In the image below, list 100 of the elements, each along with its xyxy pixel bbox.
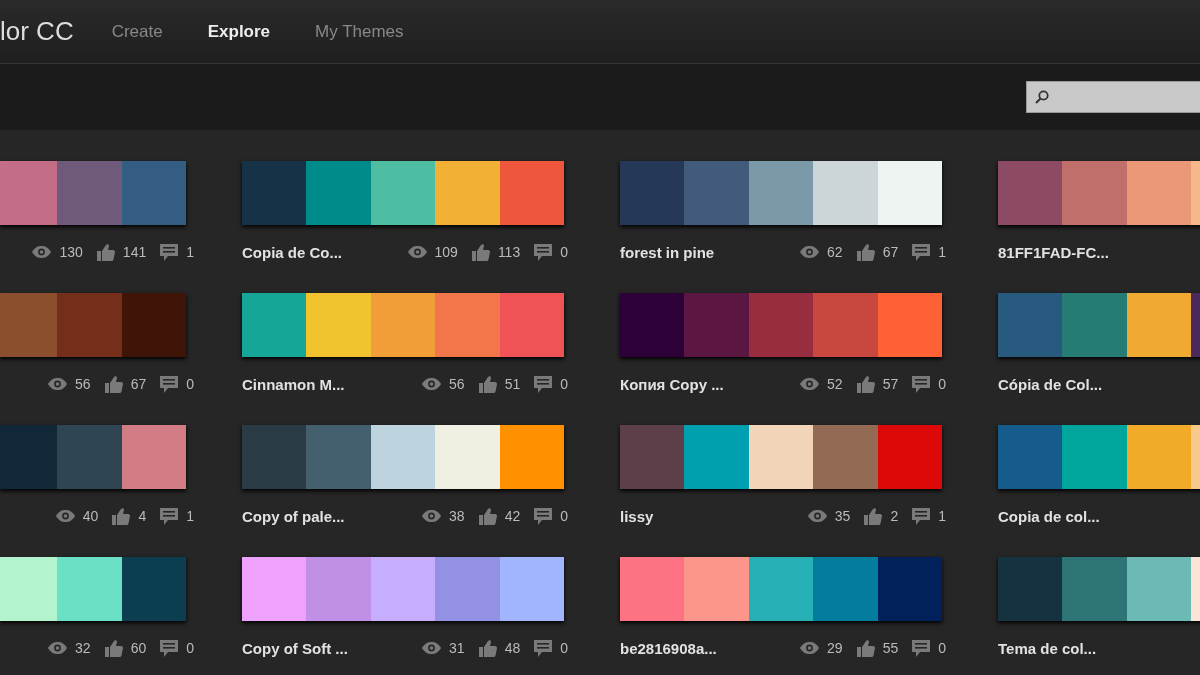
eye-icon <box>422 642 442 654</box>
theme-title[interactable]: lissy <box>620 507 654 525</box>
thumbs-up-icon <box>112 507 131 525</box>
color-palette[interactable] <box>0 161 186 225</box>
like-count: 60 <box>130 640 147 656</box>
comment-count: 0 <box>560 640 568 656</box>
thumbs-up-icon <box>864 507 883 525</box>
eye-icon <box>800 246 820 258</box>
eye-icon <box>800 642 820 654</box>
view-count: 35 <box>834 508 851 524</box>
comment-count: 0 <box>186 376 194 392</box>
comment-icon <box>912 243 931 261</box>
like-count: 51 <box>504 376 521 392</box>
eye-icon <box>807 510 827 522</box>
view-count: 109 <box>434 244 458 260</box>
color-palette[interactable] <box>242 557 564 621</box>
like-count: 57 <box>882 376 899 392</box>
comment-icon <box>160 639 179 657</box>
theme-title[interactable]: be2816908a... <box>620 639 717 657</box>
comment-count: 0 <box>938 376 946 392</box>
color-palette[interactable] <box>620 161 942 225</box>
comment-count: 1 <box>938 244 946 260</box>
theme-title[interactable]: Копия Copy ... <box>620 375 724 393</box>
eye-icon <box>407 246 427 258</box>
comment-icon <box>534 375 553 393</box>
thumbs-up-icon <box>471 243 490 261</box>
eye-icon <box>800 378 820 390</box>
comment-icon <box>534 243 553 261</box>
color-palette[interactable] <box>0 557 186 621</box>
view-count: 56 <box>449 376 465 392</box>
comment-count: 0 <box>560 508 568 524</box>
view-count: 130 <box>59 244 83 260</box>
thumbs-up-icon <box>478 375 497 393</box>
comment-count: 1 <box>186 244 194 260</box>
thumbs-up-icon <box>856 375 875 393</box>
view-count: 62 <box>827 244 843 260</box>
like-count: 48 <box>504 640 521 656</box>
app-logo: lor CC <box>0 16 74 47</box>
view-count: 38 <box>449 508 465 524</box>
nav-tab[interactable]: Explore <box>207 21 271 42</box>
thumbs-up-icon <box>478 639 497 657</box>
like-count: 42 <box>504 508 521 524</box>
comment-count: 1 <box>938 508 946 524</box>
theme-title[interactable]: Tema de col... <box>998 639 1097 657</box>
comment-count: 0 <box>560 244 568 260</box>
comment-icon <box>912 639 931 657</box>
comment-icon <box>160 243 179 261</box>
theme-title[interactable]: Copy of pale... <box>242 507 345 525</box>
comment-icon <box>912 375 931 393</box>
nav-tab[interactable]: My Themes <box>315 21 404 42</box>
color-palette[interactable] <box>242 161 564 225</box>
theme-title[interactable]: 81FF1FAD-FC... <box>998 243 1109 261</box>
view-count: 31 <box>449 640 465 656</box>
color-palette[interactable] <box>242 425 564 489</box>
thumbs-up-icon <box>96 243 115 261</box>
eye-icon <box>55 510 75 522</box>
search-field[interactable] <box>1026 81 1200 113</box>
comment-count: 0 <box>938 640 946 656</box>
theme-title[interactable]: Cópia de Col... <box>998 375 1103 393</box>
eye-icon <box>422 378 442 390</box>
comment-icon <box>912 507 931 525</box>
theme-title[interactable]: Copy of Soft ... <box>242 639 348 657</box>
color-palette[interactable] <box>0 293 186 357</box>
theme-title[interactable]: Cinnamon M... <box>242 375 345 393</box>
color-palette[interactable] <box>620 557 942 621</box>
comment-icon <box>534 639 553 657</box>
thumbs-up-icon <box>104 639 123 657</box>
view-count: 40 <box>82 508 99 524</box>
comment-count: 0 <box>186 640 194 656</box>
eye-icon <box>32 246 52 258</box>
thumbs-up-icon <box>104 375 123 393</box>
thumbs-up-icon <box>856 639 875 657</box>
eye-icon <box>48 378 68 390</box>
like-count: 141 <box>122 244 147 260</box>
view-count: 56 <box>75 376 91 392</box>
like-count: 67 <box>882 244 899 260</box>
comment-icon <box>534 507 553 525</box>
thumbs-up-icon <box>856 243 875 261</box>
comment-icon <box>160 507 179 525</box>
like-count: 113 <box>497 244 521 260</box>
like-count: 2 <box>890 508 899 524</box>
search-icon <box>1035 90 1049 104</box>
comment-count: 1 <box>186 508 194 524</box>
nav-tab[interactable]: Create <box>111 21 163 42</box>
eye-icon <box>422 510 442 522</box>
view-count: 52 <box>827 376 843 392</box>
color-palette[interactable] <box>0 425 186 489</box>
color-palette[interactable] <box>620 425 942 489</box>
theme-title[interactable]: Copia de Co... <box>242 243 342 261</box>
view-count: 29 <box>827 640 843 656</box>
theme-title[interactable]: Copia de col... <box>998 507 1100 525</box>
color-palette[interactable] <box>620 293 942 357</box>
like-count: 55 <box>882 640 899 656</box>
like-count: 4 <box>138 508 147 524</box>
comment-count: 0 <box>560 376 568 392</box>
color-palette[interactable] <box>242 293 564 357</box>
view-count: 32 <box>75 640 91 656</box>
theme-title[interactable]: forest in pine <box>620 243 715 261</box>
like-count: 67 <box>130 376 147 392</box>
thumbs-up-icon <box>478 507 497 525</box>
